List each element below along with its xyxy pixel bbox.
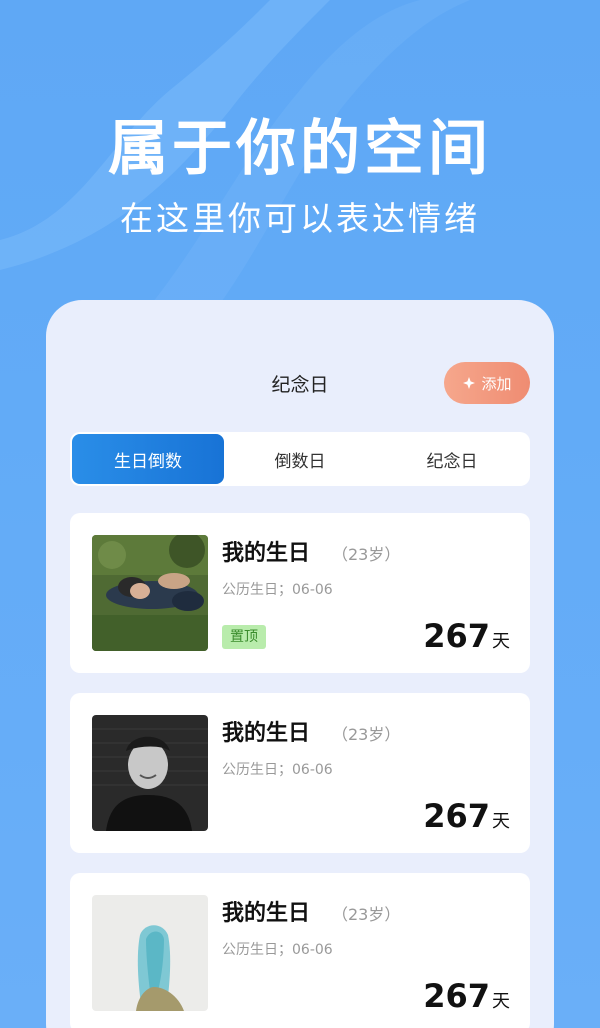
- day-count-number: 267: [423, 797, 490, 835]
- photo-blue-hair-person: [92, 895, 208, 1011]
- card-date: 公历生日；06-06: [222, 942, 333, 958]
- day-count: 267 天: [423, 617, 510, 655]
- panel-header: 纪念日 添加: [46, 360, 554, 404]
- day-count-unit: 天: [492, 811, 510, 832]
- anniversary-panel: 纪念日 添加 生日倒数 倒数日 纪念日 我的生日 （23岁） 公历生日；06-0…: [46, 300, 554, 1028]
- plus-icon: [463, 377, 476, 389]
- day-count-unit: 天: [492, 631, 510, 652]
- hero-subtitle: 在这里你可以表达情绪: [120, 199, 480, 238]
- card-age: （23岁）: [332, 725, 401, 744]
- card-age: （23岁）: [332, 905, 401, 924]
- avatar: [92, 895, 208, 1011]
- avatar: [92, 535, 208, 651]
- tab-bar: 生日倒数 倒数日 纪念日: [70, 432, 530, 486]
- day-count-unit: 天: [492, 991, 510, 1012]
- card-title: 我的生日: [222, 541, 311, 566]
- tab-anniversary[interactable]: 纪念日: [376, 434, 528, 484]
- photo-smiling-person-bw: [92, 715, 208, 831]
- day-count: 267 天: [423, 977, 510, 1015]
- tab-birthday-countdown[interactable]: 生日倒数: [72, 434, 224, 484]
- day-count-number: 267: [423, 977, 490, 1015]
- pinned-badge: 置顶: [222, 625, 266, 649]
- birthday-card[interactable]: 我的生日 （23岁） 公历生日；06-06 267 天: [70, 873, 530, 1028]
- photo-couple-on-grass: [92, 535, 208, 651]
- card-date: 公历生日；06-06: [222, 582, 333, 598]
- birthday-card[interactable]: 我的生日 （23岁） 公历生日；06-06 267 天: [70, 693, 530, 853]
- card-title: 我的生日: [222, 901, 311, 926]
- add-button-label: 添加: [481, 374, 512, 393]
- tab-countdown-days[interactable]: 倒数日: [224, 434, 376, 484]
- card-age: （23岁）: [332, 545, 401, 564]
- avatar: [92, 715, 208, 831]
- day-count-number: 267: [423, 617, 490, 655]
- card-date: 公历生日；06-06: [222, 762, 333, 778]
- hero-title: 属于你的空间: [108, 114, 492, 184]
- add-button[interactable]: 添加: [444, 362, 530, 404]
- birthday-card[interactable]: 我的生日 （23岁） 公历生日；06-06 置顶 267 天: [70, 513, 530, 673]
- day-count: 267 天: [423, 797, 510, 835]
- card-title: 我的生日: [222, 721, 311, 746]
